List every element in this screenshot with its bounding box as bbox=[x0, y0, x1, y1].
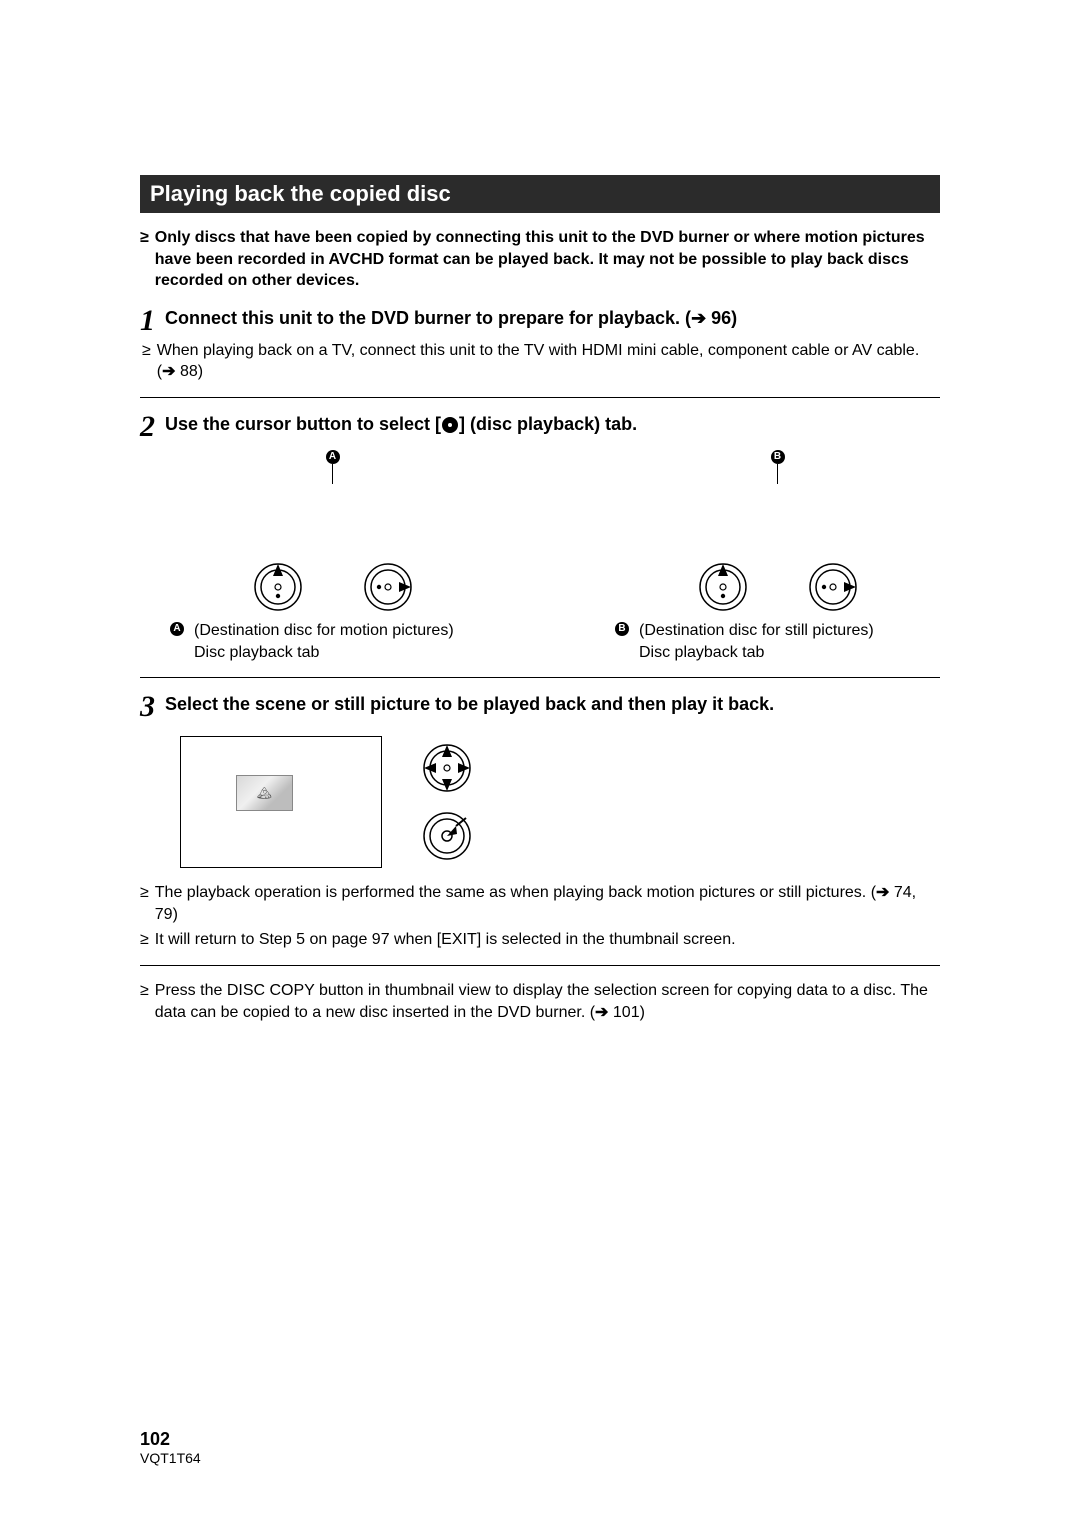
doc-code: VQT1T64 bbox=[140, 1450, 201, 1466]
marker-a-label: A bbox=[170, 622, 184, 636]
note1-pre: The playback operation is performed the … bbox=[155, 884, 876, 901]
divider bbox=[140, 965, 940, 966]
note3-post: 101) bbox=[608, 1004, 644, 1021]
col-a: A A (Destination disc for mo bbox=[170, 450, 495, 663]
dial-row-b bbox=[615, 562, 940, 612]
screen-placeholder-b bbox=[623, 492, 933, 552]
cursor-up-icon bbox=[698, 562, 748, 612]
step-2-title: Use the cursor button to select [ ] (disc… bbox=[165, 412, 637, 436]
desc-b-line1: (Destination disc for still pictures) bbox=[639, 622, 874, 639]
page-number: 102 bbox=[140, 1429, 201, 1450]
note3-text: Press the DISC COPY button in thumbnail … bbox=[155, 980, 940, 1023]
step-1-sub: ≥ When playing back on a TV, connect thi… bbox=[142, 340, 940, 383]
step-2: 2 Use the cursor button to select [ ] (di… bbox=[140, 412, 940, 663]
bullet-dot: ≥ bbox=[140, 227, 149, 292]
step-3-title: Select the scene or still picture to be … bbox=[165, 692, 774, 716]
step3-images: 🏔 bbox=[180, 736, 940, 868]
marker-line bbox=[332, 464, 333, 484]
page-footer: 102 VQT1T64 bbox=[140, 1429, 201, 1466]
col-b: B B (Destination disc for st bbox=[615, 450, 940, 663]
note3-pre: Press the DISC COPY button in thumbnail … bbox=[155, 982, 928, 1021]
desc-b: B (Destination disc for still pictures) … bbox=[615, 620, 940, 663]
desc-a-text: (Destination disc for motion pictures) D… bbox=[194, 620, 454, 663]
step-1-title: Connect this unit to the DVD burner to p… bbox=[165, 306, 737, 330]
manual-page: Playing back the copied disc ≥ Only disc… bbox=[0, 0, 1080, 1526]
marker-b-label: B bbox=[771, 450, 785, 464]
dial-row-a bbox=[170, 562, 495, 612]
arrow-icon: ➔ bbox=[691, 308, 706, 328]
step1-title-post: 96) bbox=[706, 308, 737, 328]
step1-sub-text: When playing back on a TV, connect this … bbox=[157, 340, 940, 383]
step1-sub-pre: When playing back on a TV, connect this … bbox=[157, 342, 919, 381]
section-header: Playing back the copied disc bbox=[140, 175, 940, 213]
divider bbox=[140, 397, 940, 398]
step1-sub-post: 88) bbox=[176, 363, 204, 380]
desc-a-line1: (Destination disc for motion pictures) bbox=[194, 622, 454, 639]
step2-columns: A A (Destination disc for mo bbox=[170, 450, 940, 663]
desc-b-line2: Disc playback tab bbox=[639, 644, 764, 661]
thumbnail-screen: 🏔 bbox=[180, 736, 382, 868]
step-3: 3 Select the scene or still picture to b… bbox=[140, 692, 940, 951]
note2-text: It will return to Step 5 on page 97 when… bbox=[155, 929, 736, 951]
marker-line bbox=[777, 464, 778, 484]
desc-a-line2: Disc playback tab bbox=[194, 644, 319, 661]
desc-b-text: (Destination disc for still pictures) Di… bbox=[639, 620, 874, 663]
arrow-icon: ➔ bbox=[162, 363, 175, 380]
divider bbox=[140, 677, 940, 678]
dial-stack bbox=[422, 743, 472, 861]
bullet-dot: ≥ bbox=[140, 929, 149, 951]
note-1: ≥ The playback operation is performed th… bbox=[140, 882, 940, 925]
cursor-all-icon bbox=[422, 743, 472, 793]
step2-title-post: ] (disc playback) tab. bbox=[459, 414, 637, 434]
cursor-right-icon bbox=[363, 562, 413, 612]
desc-a: A (Destination disc for motion pictures)… bbox=[170, 620, 495, 663]
thumbnail-image: 🏔 bbox=[236, 775, 293, 811]
intro-text: Only discs that have been copied by conn… bbox=[155, 227, 940, 292]
step-number: 1 bbox=[140, 306, 155, 336]
screen-placeholder-a bbox=[178, 492, 488, 552]
step-number: 2 bbox=[140, 412, 155, 442]
note1-text: The playback operation is performed the … bbox=[155, 882, 940, 925]
step-1: 1 Connect this unit to the DVD burner to… bbox=[140, 306, 940, 383]
marker-b-label: B bbox=[615, 622, 629, 636]
marker-a-label: A bbox=[326, 450, 340, 464]
arrow-icon: ➔ bbox=[595, 1004, 608, 1021]
bullet-dot: ≥ bbox=[140, 980, 149, 1023]
cursor-up-icon bbox=[253, 562, 303, 612]
step1-title-pre: Connect this unit to the DVD burner to p… bbox=[165, 308, 691, 328]
disc-icon bbox=[441, 416, 459, 434]
note-2: ≥ It will return to Step 5 on page 97 wh… bbox=[140, 929, 940, 951]
step3-notes: ≥ The playback operation is performed th… bbox=[140, 882, 940, 951]
cursor-enter-icon bbox=[422, 811, 472, 861]
note-3: ≥ Press the DISC COPY button in thumbnai… bbox=[140, 980, 940, 1023]
bottom-note: ≥ Press the DISC COPY button in thumbnai… bbox=[140, 980, 940, 1023]
bullet-dot: ≥ bbox=[142, 340, 151, 383]
cursor-right-icon bbox=[808, 562, 858, 612]
step2-title-pre: Use the cursor button to select [ bbox=[165, 414, 441, 434]
marker-a: A bbox=[326, 450, 340, 484]
intro-bullet: ≥ Only discs that have been copied by co… bbox=[140, 227, 940, 292]
arrow-icon: ➔ bbox=[876, 884, 889, 901]
marker-b: B bbox=[771, 450, 785, 484]
step-number: 3 bbox=[140, 692, 155, 722]
bullet-dot: ≥ bbox=[140, 882, 149, 925]
